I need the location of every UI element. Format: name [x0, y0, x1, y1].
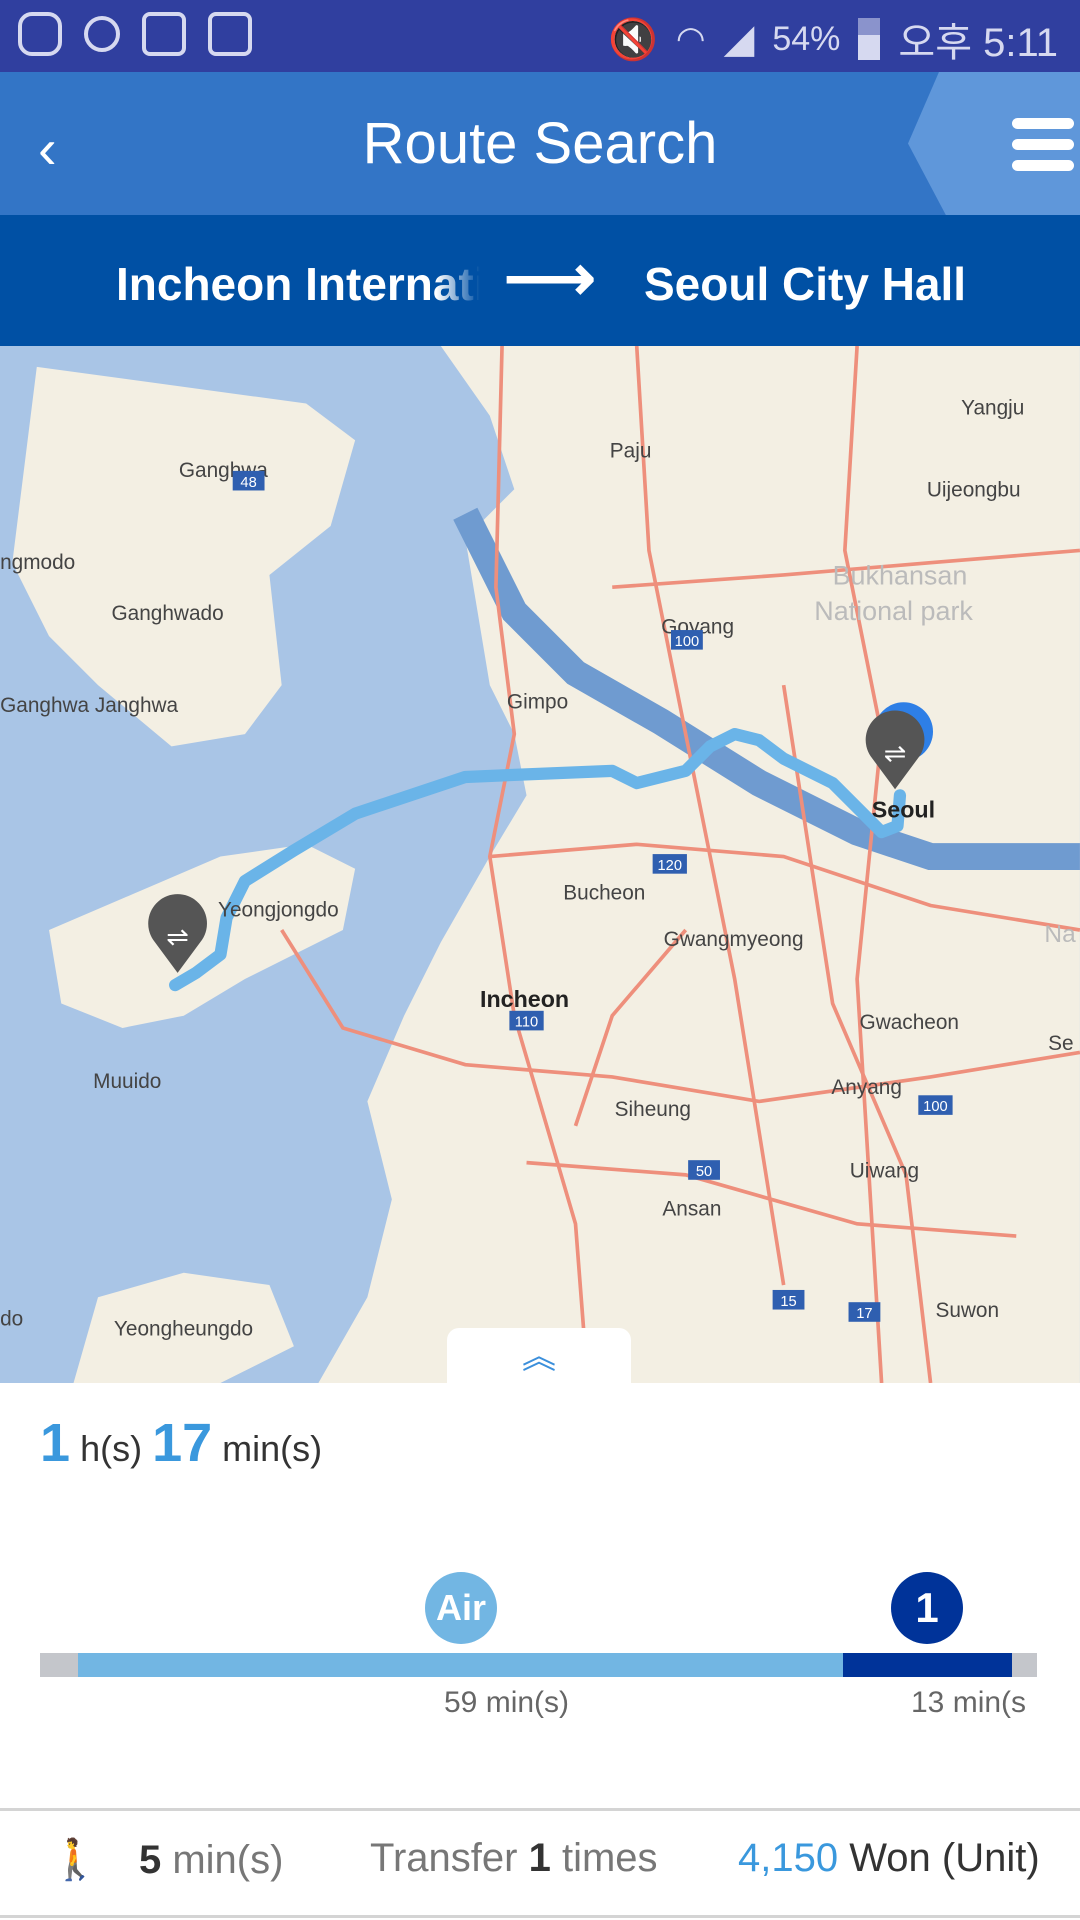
map-label: Ganghwado: [111, 602, 223, 625]
origin[interactable]: Incheon International Airport: [116, 257, 480, 311]
arrow-right-icon: ⟶: [504, 242, 596, 314]
shield: 15: [780, 1294, 796, 1310]
app-header: ‹ Route Search: [0, 72, 1080, 215]
double-chevron-up-icon: ︽: [522, 1338, 556, 1376]
vibrate-mute-icon: 🔇: [608, 17, 658, 62]
transfer-label: Transfer: [370, 1836, 518, 1880]
map-label: Gimpo: [507, 690, 568, 713]
walk-minutes: 5: [138, 1838, 162, 1882]
map-label: National park: [814, 596, 973, 626]
map-label: Seoul: [872, 796, 935, 822]
map-label: Incheon: [480, 986, 569, 1012]
map-label: Siheung: [615, 1098, 691, 1121]
map-canvas[interactable]: ⇌ ⇌ Ganghwa Paju Yangju Uijeongbu ngmodo…: [0, 346, 1080, 1383]
minutes-value: 17: [152, 1413, 213, 1473]
menu-button[interactable]: [908, 72, 1080, 215]
map-label: Anyang: [831, 1076, 902, 1099]
map-label: Gwangmyeong: [664, 928, 804, 951]
fare-unit: Won (Unit): [849, 1836, 1040, 1880]
fare-info: 4,150 Won (Unit): [738, 1836, 1040, 1881]
shield: 100: [923, 1099, 948, 1115]
walk-segment-start: [40, 1653, 78, 1677]
shield: 48: [240, 475, 256, 491]
shield: 100: [675, 634, 700, 650]
map-label: Yeongheungdo: [114, 1317, 253, 1340]
svg-text:⇌: ⇌: [884, 738, 907, 768]
shield: 120: [658, 858, 683, 874]
map-label: Muuido: [93, 1070, 161, 1093]
face-icon: [84, 16, 120, 52]
map-label: Ansan: [662, 1197, 721, 1220]
map-label: Uiwang: [850, 1159, 919, 1182]
map-label: Bukhansan: [833, 561, 968, 591]
walk-unit: min(s): [172, 1838, 284, 1882]
clock: 오후 5:11: [898, 21, 1058, 65]
map-label: Paju: [610, 439, 652, 462]
map-label: Gwacheon: [860, 1011, 959, 1034]
transfer-info: Transfer 1 times: [370, 1836, 658, 1881]
map-label: Na: [1044, 921, 1076, 948]
battery-icon: [858, 18, 881, 60]
hamburger-line: [1012, 160, 1074, 171]
total-duration: 1 h(s) 17 min(s): [40, 1412, 322, 1474]
line-1-badge: 1: [891, 1572, 963, 1644]
minutes-unit: min(s): [222, 1428, 323, 1469]
status-bar: 🔇 ◠ ◢ 54% 오후 5:11: [0, 0, 1080, 72]
transfer-suffix: times: [561, 1836, 658, 1880]
shield: 110: [515, 1015, 538, 1031]
shield: 50: [696, 1164, 712, 1180]
hamburger-line: [1012, 139, 1074, 150]
svg-text:⇌: ⇌: [166, 922, 189, 952]
air-duration: 59 min(s): [444, 1686, 570, 1719]
destination[interactable]: Seoul City Hall: [644, 257, 966, 311]
divider: [0, 1808, 1080, 1811]
transfer-count: 1: [528, 1836, 551, 1880]
walk-icon: 🚶: [50, 1838, 100, 1882]
fare-amount: 4,150: [738, 1836, 839, 1880]
map-label: Yangju: [961, 397, 1024, 420]
shield: 17: [856, 1306, 872, 1322]
air-line-badge: Air: [425, 1572, 497, 1644]
wifi-icon: ◠: [675, 20, 706, 58]
map-label: do: [0, 1307, 23, 1330]
map-label: ngmodo: [0, 551, 75, 574]
signal-icon: ◢: [723, 17, 755, 61]
map-label: Suwon: [935, 1299, 999, 1322]
walk-segment-end: [1012, 1653, 1037, 1677]
map-label: Yeongjongdo: [218, 899, 339, 922]
divider: [0, 1915, 1080, 1918]
air-segment[interactable]: [78, 1653, 843, 1677]
route-map[interactable]: ⇌ ⇌ Ganghwa Paju Yangju Uijeongbu ngmodo…: [0, 346, 1080, 1383]
line-1-duration: 13 min(s: [911, 1686, 1027, 1719]
map-label: Se: [1048, 1032, 1073, 1055]
clipboard-check-icon: [208, 12, 252, 56]
hours-unit: h(s): [80, 1428, 143, 1469]
route-endpoints: Incheon International Airport ⟶ Seoul Ci…: [0, 215, 1080, 346]
uplus-icon: [18, 12, 62, 56]
map-label: Uijeongbu: [927, 479, 1021, 502]
walk-info: 🚶 5 min(s): [50, 1836, 283, 1883]
image-icon: [142, 12, 186, 56]
map-label: Bucheon: [563, 881, 645, 904]
line-1-segment[interactable]: [843, 1653, 1012, 1677]
map-label: Ganghwa Janghwa: [0, 694, 178, 717]
hamburger-icon: [1012, 118, 1074, 129]
expand-panel-button[interactable]: ︽: [447, 1328, 631, 1386]
battery-percent: 54%: [772, 19, 841, 58]
hours-value: 1: [40, 1413, 71, 1473]
